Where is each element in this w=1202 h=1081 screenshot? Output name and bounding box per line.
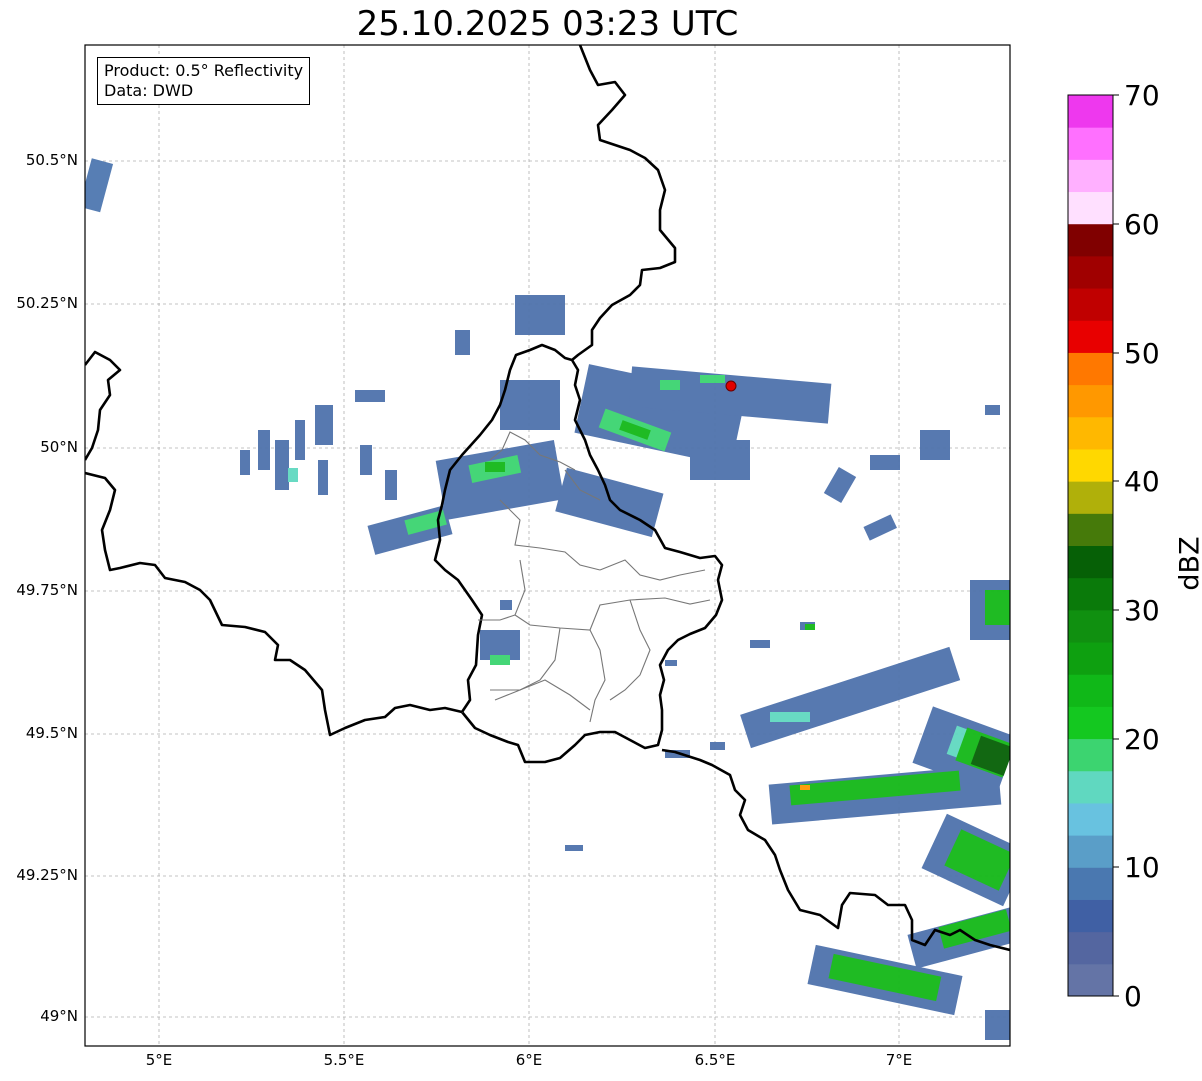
lon-label: 6.5°E bbox=[694, 1051, 736, 1069]
lat-label: 50°N bbox=[40, 438, 78, 456]
radar-map bbox=[84, 44, 1119, 1047]
lat-label: 49.25°N bbox=[16, 866, 78, 884]
lat-label: 49°N bbox=[40, 1007, 78, 1025]
colorbar-segment bbox=[1068, 223, 1113, 257]
colorbar-tick-label: 20 bbox=[1124, 723, 1160, 756]
colorbar-segment bbox=[1068, 802, 1113, 836]
colorbar-tick-label: 0 bbox=[1124, 980, 1142, 1013]
colorbar-tick-label: 40 bbox=[1124, 465, 1160, 498]
lon-label: 6°E bbox=[515, 1051, 543, 1069]
colorbar-segment bbox=[1068, 931, 1113, 965]
colorbar-segment bbox=[1068, 481, 1113, 514]
lon-label: 5.5°E bbox=[323, 1051, 365, 1069]
radar-echoes bbox=[85, 158, 1010, 1040]
colorbar-segment bbox=[1068, 899, 1113, 933]
colorbar-tick-label: 30 bbox=[1124, 594, 1160, 627]
colorbar-tick-label: 60 bbox=[1124, 208, 1160, 241]
colorbar-segment bbox=[1068, 352, 1113, 386]
radar-site-marker bbox=[725, 380, 737, 392]
colorbar-segment bbox=[1068, 159, 1113, 193]
colorbar-segment bbox=[1068, 963, 1113, 997]
colorbar-segment bbox=[1068, 288, 1113, 321]
product-info-box: Product: 0.5° Reflectivity Data: DWD bbox=[97, 57, 311, 105]
lat-label: 50.25°N bbox=[16, 294, 78, 312]
colorbar-segment bbox=[1068, 513, 1113, 546]
lat-label: 50.5°N bbox=[25, 151, 78, 169]
colorbar-tick-label: 70 bbox=[1124, 79, 1160, 112]
colorbar-tick-label: 50 bbox=[1124, 337, 1160, 370]
lat-label: 49.75°N bbox=[16, 581, 78, 599]
colorbar-segment bbox=[1068, 448, 1113, 482]
colorbar-segment bbox=[1068, 770, 1113, 804]
colorbar-segment bbox=[1068, 867, 1113, 900]
colorbar-segment bbox=[1068, 191, 1113, 225]
colorbar-segment bbox=[1068, 320, 1113, 353]
colorbar-tick-label: 10 bbox=[1124, 851, 1160, 884]
colorbar-segment bbox=[1068, 738, 1113, 772]
colorbar-segment bbox=[1068, 255, 1113, 289]
colorbar-segment bbox=[1068, 835, 1113, 868]
lon-label: 5°E bbox=[145, 1051, 173, 1069]
lat-label: 49.5°N bbox=[25, 724, 78, 742]
data-source-label: Data: DWD bbox=[104, 81, 194, 100]
colorbar-ticks bbox=[1113, 94, 1119, 997]
colorbar-segment bbox=[1068, 384, 1113, 418]
colorbar-segment bbox=[1068, 609, 1113, 643]
colorbar-segment bbox=[1068, 706, 1113, 740]
colorbar bbox=[1068, 95, 1113, 997]
colorbar-segment bbox=[1068, 577, 1113, 611]
lon-label: 7°E bbox=[885, 1051, 913, 1069]
colorbar-unit-label: dBZ bbox=[1174, 536, 1202, 591]
product-label: Product: 0.5° Reflectivity bbox=[104, 61, 304, 80]
colorbar-segment bbox=[1068, 674, 1113, 707]
colorbar-segment bbox=[1068, 642, 1113, 675]
colorbar-segment bbox=[1068, 127, 1113, 160]
colorbar-segment bbox=[1068, 95, 1113, 128]
colorbar-segment bbox=[1068, 545, 1113, 579]
colorbar-segment bbox=[1068, 416, 1113, 450]
